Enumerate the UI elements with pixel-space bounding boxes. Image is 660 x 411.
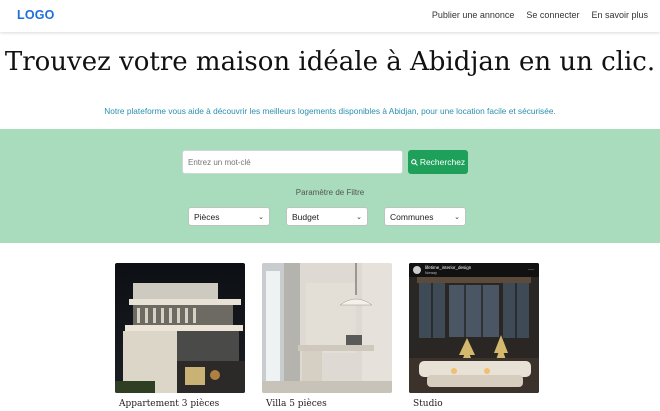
overlay-username: lifetime_interior_design [425, 265, 472, 270]
search-input[interactable] [182, 150, 403, 174]
page-subtitle: Notre plateforme vous aide à découvrir l… [104, 106, 556, 116]
listing-title[interactable]: Appartement 3 pièces [119, 399, 219, 409]
nav-link-publish[interactable]: Publier une annonce [432, 10, 515, 20]
budget-select[interactable]: Budget ⌄ [286, 207, 368, 226]
listing-title[interactable]: Villa 5 pièces [266, 399, 327, 409]
logo[interactable]: LOGO [17, 8, 55, 22]
svg-text:···: ··· [528, 267, 534, 273]
budget-select-value: Budget [292, 211, 319, 222]
communes-select[interactable]: Communes ⌄ [384, 207, 466, 226]
rooms-select-value: Pièces [194, 211, 220, 222]
nav-links: Publier une annonce Se connecter En savo… [432, 10, 648, 20]
listing-card[interactable]: Appartement 3 pièces [115, 263, 245, 409]
chevron-down-icon: ⌄ [454, 213, 460, 221]
listing-image[interactable] [115, 263, 245, 393]
nav-link-about[interactable]: En savoir plus [591, 10, 648, 20]
listing-image[interactable]: lifetime_interior_design Norway ··· [409, 263, 539, 393]
listing-card[interactable]: lifetime_interior_design Norway ··· Stud… [409, 263, 539, 409]
listing-title[interactable]: Studio [413, 399, 443, 409]
chevron-down-icon: ⌄ [258, 213, 264, 221]
filter-label: Paramètre de Filtre [295, 188, 365, 197]
search-button[interactable]: Recherchez [408, 150, 468, 174]
rooms-select[interactable]: Pièces ⌄ [188, 207, 270, 226]
search-icon [410, 158, 418, 166]
listing-card[interactable]: Villa 5 pièces [262, 263, 392, 409]
search-button-label: Recherchez [419, 157, 466, 167]
navbar: LOGO Publier une annonce Se connecter En… [0, 0, 660, 32]
overlay-location: Norway [425, 271, 437, 275]
page-title: Trouvez votre maison idéale à Abidjan en… [4, 47, 656, 77]
chevron-down-icon: ⌄ [356, 213, 362, 221]
listing-image[interactable] [262, 263, 392, 393]
nav-link-login[interactable]: Se connecter [526, 10, 579, 20]
communes-select-value: Communes [390, 211, 434, 222]
